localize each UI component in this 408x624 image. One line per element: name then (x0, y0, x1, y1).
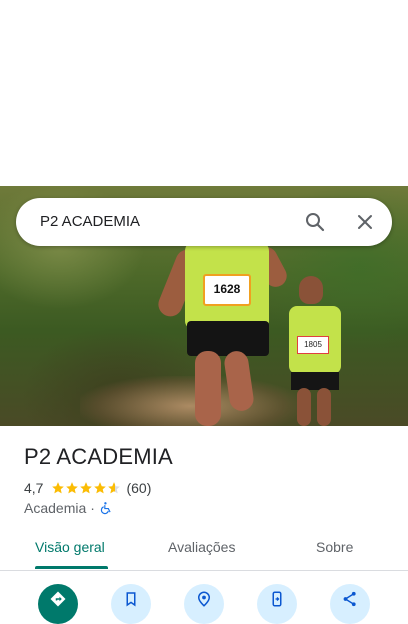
runner-background: 1805 (283, 276, 349, 426)
star-icon (94, 482, 107, 494)
rating-row[interactable]: 4,7 (60) (24, 479, 151, 497)
review-count[interactable]: (60) (126, 480, 151, 496)
bookmark-icon (126, 592, 136, 607)
search-query[interactable]: P2 ACADEMIA (40, 198, 140, 246)
search-bar[interactable]: P2 ACADEMIA (16, 198, 392, 246)
send-to-phone-icon (272, 591, 282, 607)
star-icon (80, 482, 93, 494)
send-to-phone-button[interactable] (257, 584, 297, 624)
separator-dot: · (90, 500, 95, 516)
star-icon (66, 482, 79, 494)
tab-about[interactable]: Sobre (316, 530, 353, 570)
save-button[interactable] (111, 584, 151, 624)
star-half-icon (108, 482, 121, 494)
bib-number-main: 1628 (203, 274, 251, 306)
wheelchair-accessible-icon (100, 502, 111, 515)
rating-stars (51, 481, 121, 495)
place-title: P2 ACADEMIA (24, 444, 173, 469)
place-tabs: Visão geral Avaliações Sobre (0, 530, 408, 571)
nearby-icon (197, 591, 211, 607)
category-row: Academia · (24, 499, 113, 517)
tab-reviews[interactable]: Avaliações (168, 530, 235, 570)
place-category: Academia (24, 500, 87, 516)
rating-value: 4,7 (24, 480, 44, 496)
directions-button[interactable] (38, 584, 78, 624)
directions-icon (50, 591, 66, 607)
share-button[interactable] (330, 584, 370, 624)
active-tab-indicator (35, 566, 108, 569)
nearby-button[interactable] (184, 584, 224, 624)
star-icon (52, 482, 65, 494)
share-icon (343, 591, 356, 607)
close-icon[interactable] (353, 210, 377, 234)
action-bar (0, 584, 408, 624)
search-icon[interactable] (303, 210, 327, 234)
bib-number-small: 1805 (297, 336, 329, 354)
tab-overview[interactable]: Visão geral (35, 530, 105, 570)
